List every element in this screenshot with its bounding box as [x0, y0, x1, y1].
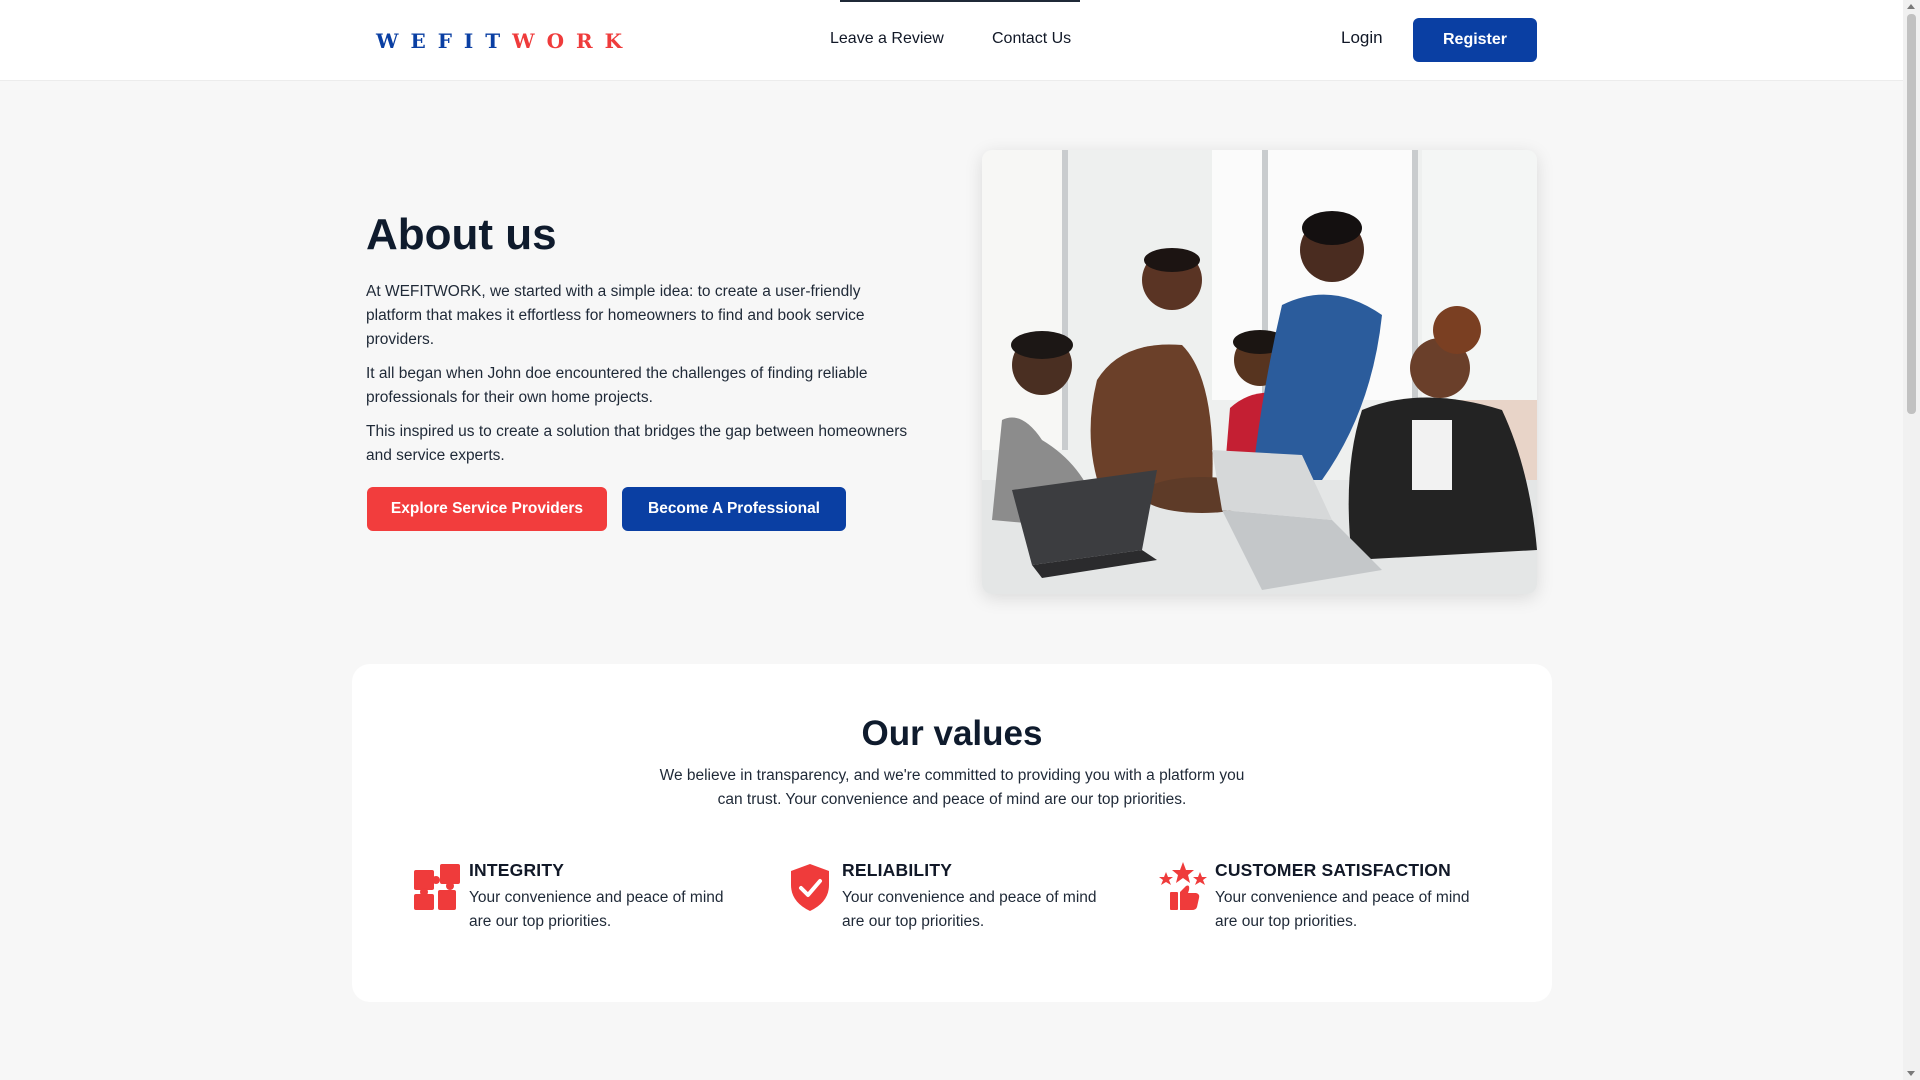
logo-text-wefit: WEFIT	[376, 29, 513, 53]
value-item-integrity: INTEGRITY Your convenience and peace of …	[410, 860, 750, 940]
nav-active-indicator	[840, 0, 1080, 2]
value-name: RELIABILITY	[842, 860, 953, 880]
wefitwork-logo[interactable]: WEFIT WORK	[376, 28, 634, 54]
nav-contact-us[interactable]: Contact Us	[992, 30, 1071, 48]
values-card: Our values We believe in transparency, a…	[352, 664, 1552, 1002]
about-paragraph-2: It all began when John doe encountered t…	[366, 365, 868, 406]
puzzle-icon	[410, 860, 464, 914]
about-paragraph-1: At WEFITWORK, we started with a simple i…	[366, 283, 865, 348]
value-description: Your convenience and peace of mind are o…	[1215, 889, 1470, 930]
thumbs-up-stars-icon	[1156, 860, 1210, 914]
value-name: INTEGRITY	[469, 860, 565, 880]
value-description: Your convenience and peace of mind are o…	[469, 889, 724, 930]
value-item-reliability: RELIABILITY Your convenience and peace o…	[783, 860, 1123, 940]
scroll-down-arrow-icon[interactable]	[1907, 1071, 1915, 1076]
explore-service-providers-button[interactable]: Explore Service Providers	[367, 487, 607, 531]
scrollbar-thumb[interactable]	[1907, 14, 1916, 414]
values-subtitle: We believe in transparency, and we're co…	[659, 767, 1245, 808]
value-description: Your convenience and peace of mind are o…	[842, 889, 1097, 930]
value-item-customer-satisfaction: CUSTOMER SATISFACTION Your convenience a…	[1156, 860, 1496, 940]
about-paragraph-3: This inspired us to create a solution th…	[366, 423, 908, 464]
become-a-professional-button[interactable]: Become A Professional	[622, 487, 846, 531]
nav-leave-a-review[interactable]: Leave a Review	[830, 30, 944, 48]
values-title: Our values	[861, 714, 1043, 753]
shield-check-icon	[783, 860, 837, 914]
login-link[interactable]: Login	[1341, 28, 1383, 48]
page: WEFIT WORK Leave a Review Contact Us Logi…	[0, 0, 1903, 1080]
scroll-up-arrow-icon[interactable]	[1907, 4, 1915, 9]
vertical-scrollbar[interactable]	[1903, 0, 1920, 1080]
about-title: About us	[366, 210, 557, 259]
register-button[interactable]: Register	[1413, 18, 1537, 62]
site-header: WEFIT WORK Leave a Review Contact Us Logi…	[0, 0, 1903, 81]
logo-text-work: WORK	[512, 29, 635, 53]
team-photo	[982, 150, 1537, 594]
value-name: CUSTOMER SATISFACTION	[1215, 860, 1451, 880]
